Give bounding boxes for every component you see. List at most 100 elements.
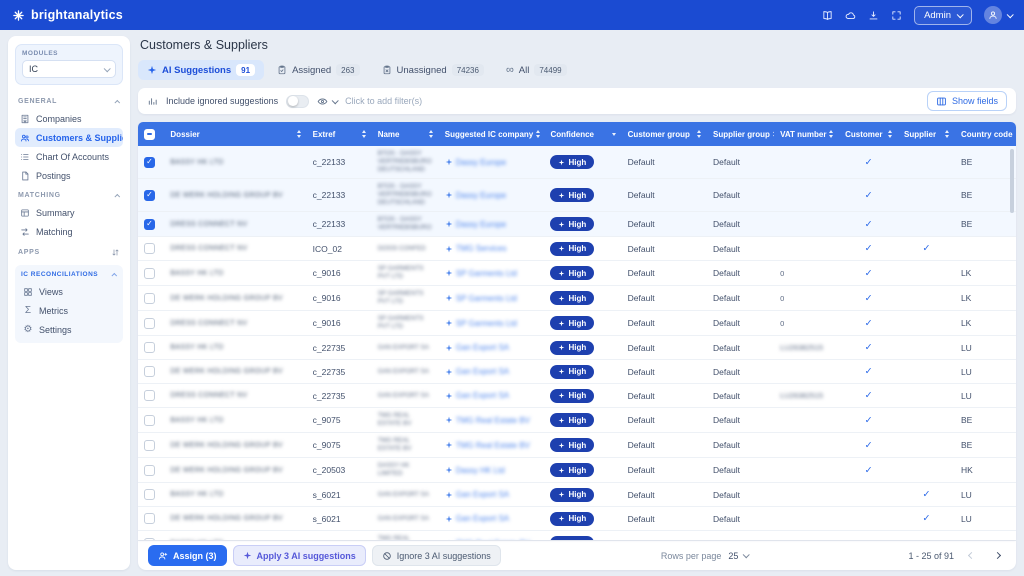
suggested-ic-company-link[interactable]: Gan Export SA (445, 367, 539, 376)
suggested-ic-company-link[interactable]: TMG Real Estate BV (445, 539, 539, 541)
sidebar-item-summary[interactable]: Summary (15, 203, 123, 222)
suggested-ic-company-link[interactable]: Gan Export SA (445, 343, 539, 352)
tab-assigned[interactable]: Assigned 263 (268, 60, 368, 80)
row-checkbox[interactable]: ✓ (144, 190, 155, 201)
infinity-icon: ∞ (506, 65, 514, 76)
customer-check-cell: ✓ (839, 212, 898, 237)
row-checkbox[interactable] (144, 513, 155, 524)
sidebar-item-label: Matching (36, 227, 73, 237)
eye-icon (317, 96, 328, 107)
section-general[interactable]: GENERAL (15, 91, 123, 109)
row-checkbox[interactable] (144, 268, 155, 279)
table-row: ✓ BASSY HK LTD c_22133 BTOS - DASSY VERT… (138, 146, 1016, 179)
sidebar-item-chart-of-accounts[interactable]: Chart Of Accounts (15, 147, 123, 166)
tab-label: All (519, 65, 530, 76)
suggested-ic-company-link[interactable]: TMG Services (445, 244, 539, 253)
suggested-ic-company-link[interactable]: Dassy Europe (445, 220, 539, 229)
tab-all[interactable]: ∞ All 74499 (497, 60, 576, 80)
apply-suggestions-button[interactable]: Apply 3 AI suggestions (233, 545, 366, 566)
admin-menu-button[interactable]: Admin (914, 6, 972, 25)
suggested-ic-company-link[interactable]: Dassy HK Ltd (445, 466, 539, 475)
column-header-dossier[interactable]: Dossier (164, 122, 306, 146)
row-checkbox[interactable] (144, 366, 155, 377)
supplier-check-cell: ✓ (898, 531, 955, 541)
row-checkbox[interactable] (144, 293, 155, 304)
table-scrollbar[interactable] (1010, 149, 1014, 536)
row-checkbox[interactable] (144, 415, 155, 426)
column-header-extref[interactable]: Extref (307, 122, 372, 146)
download-icon[interactable] (868, 10, 879, 21)
suggested-ic-company-link[interactable]: Dassy Europe (445, 191, 539, 200)
suggested-ic-company-link[interactable]: Gan Export SA (445, 490, 539, 499)
tab-unassigned[interactable]: Unassigned 74236 (373, 60, 493, 80)
sidebar-item-customers-suppliers[interactable]: Customers & Suppliers (15, 128, 123, 147)
sidebar-item-views[interactable]: Views (18, 282, 120, 301)
suggested-ic-company-link[interactable]: Gan Export SA (445, 391, 539, 400)
section-apps-label: APPS (18, 249, 40, 256)
sidebar-item-postings[interactable]: Postings (15, 166, 123, 185)
ai-sparkle-icon (445, 515, 453, 523)
suggested-ic-company-link[interactable]: SP Garments Ltd (445, 319, 539, 328)
dossier-cell: BASSY HK LTD (170, 159, 300, 166)
suggested-ic-company-link[interactable]: Dassy Europe (445, 158, 539, 167)
sidebar-item-metrics[interactable]: Σ Metrics (18, 301, 120, 320)
row-checkbox[interactable] (144, 243, 155, 254)
cloud-icon[interactable] (845, 10, 856, 21)
filter-input[interactable]: Click to add filter(s) (345, 96, 919, 106)
fullscreen-icon[interactable] (891, 10, 902, 21)
sidebar-item-companies[interactable]: Companies (15, 109, 123, 128)
row-checkbox[interactable] (144, 318, 155, 329)
column-header-supplier-group[interactable]: Supplier group (707, 122, 774, 146)
country-code-cell: LU (955, 336, 1016, 360)
scrollbar-thumb[interactable] (1010, 149, 1014, 213)
docs-icon[interactable] (822, 10, 833, 21)
row-checkbox[interactable] (144, 538, 155, 541)
next-page-button[interactable] (990, 548, 1006, 564)
column-header-customer-group[interactable]: Customer group (622, 122, 707, 146)
suggested-ic-company-link[interactable]: SP Garments Ltd (445, 269, 539, 278)
show-fields-button[interactable]: Show fields (927, 91, 1007, 111)
include-ignored-toggle[interactable] (286, 95, 309, 108)
sort-icon (829, 130, 833, 138)
suggested-ic-company-link[interactable]: TMG Real Estate BV (445, 441, 539, 450)
row-checkbox[interactable] (144, 440, 155, 451)
assign-button[interactable]: Assign (3) (148, 545, 227, 566)
row-checkbox[interactable]: ✓ (144, 157, 155, 168)
prev-page-button[interactable] (964, 548, 980, 564)
ignore-suggestions-button[interactable]: Ignore 3 AI suggestions (372, 545, 501, 566)
columns-icon (936, 96, 947, 107)
row-checkbox[interactable] (144, 342, 155, 353)
column-header-name[interactable]: Name (372, 122, 439, 146)
name-cell: SP GARMENTS PVT LTD (378, 315, 433, 331)
section-matching[interactable]: MATCHING (15, 185, 123, 203)
suggested-ic-company-link[interactable]: SP Garments Ltd (445, 294, 539, 303)
suggested-ic-company-link[interactable]: Gan Export SA (445, 514, 539, 523)
column-header-supplier[interactable]: Supplier (898, 122, 955, 146)
ai-sparkle-icon (445, 319, 453, 327)
sort-icon (362, 130, 366, 138)
row-checkbox[interactable]: ✓ (144, 219, 155, 230)
module-select[interactable]: IC (22, 60, 116, 78)
visibility-menu[interactable] (317, 96, 337, 107)
user-menu[interactable] (984, 6, 1012, 24)
suggested-ic-company-link[interactable]: TMG Real Estate BV (445, 416, 539, 425)
column-header-country-code[interactable]: Country code (955, 122, 1016, 146)
supplier-group-cell: Default (707, 384, 774, 408)
tab-ai-suggestions[interactable]: AI Suggestions 91 (138, 60, 264, 80)
modules-label: MODULES (22, 50, 116, 57)
section-ic-reconciliations[interactable]: IC RECONCILIATIONS (18, 267, 120, 282)
sidebar-item-settings[interactable]: ⚙ Settings (18, 320, 120, 339)
row-checkbox[interactable] (144, 390, 155, 401)
column-header-customer[interactable]: Customer (839, 122, 898, 146)
section-apps[interactable]: APPS (15, 241, 123, 261)
ai-sparkle-icon (445, 269, 453, 277)
rows-per-page-select[interactable]: 25 (728, 551, 748, 561)
column-header-suggested-ic-company[interactable]: Suggested IC company (439, 122, 545, 146)
column-header-confidence[interactable]: Confidence (544, 122, 621, 146)
row-checkbox[interactable] (144, 465, 155, 476)
row-checkbox[interactable] (144, 489, 155, 500)
select-all-checkbox[interactable] (144, 129, 155, 140)
confidence-badge: High (550, 341, 594, 355)
sidebar-item-matching[interactable]: Matching (15, 222, 123, 241)
column-header-vat-number[interactable]: VAT number (774, 122, 839, 146)
